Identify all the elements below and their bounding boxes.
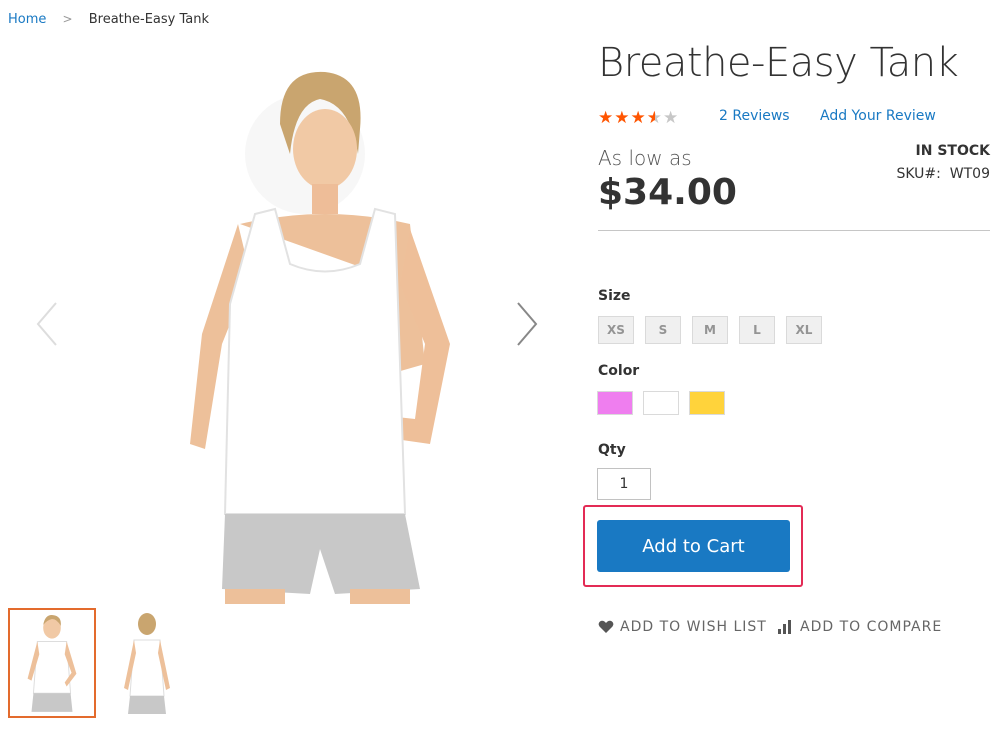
heart-icon — [598, 620, 614, 633]
color-swatch-yellow[interactable] — [689, 391, 725, 415]
thumbnail-front[interactable] — [8, 608, 96, 718]
product-price: $34.00 — [598, 172, 737, 213]
prev-image-arrow-icon[interactable] — [32, 299, 62, 349]
star-filled-icon: ★ — [614, 108, 631, 128]
sku-label: SKU#: — [896, 166, 941, 182]
size-swatch-xl[interactable]: XL — [786, 316, 822, 344]
next-image-arrow-icon[interactable] — [512, 299, 542, 349]
add-review-link[interactable]: Add Your Review — [820, 108, 936, 124]
size-swatch-l[interactable]: L — [739, 316, 775, 344]
breadcrumb-separator: > — [62, 12, 73, 26]
main-product-image[interactable] — [130, 44, 450, 604]
breadcrumb-home-link[interactable]: Home — [8, 12, 46, 27]
star-empty-icon: ★ — [663, 108, 680, 128]
size-swatch-m[interactable]: M — [692, 316, 728, 344]
breadcrumb: Home > Breathe-Easy Tank — [8, 12, 209, 27]
price-prefix: As low as — [598, 146, 692, 170]
size-swatch-s[interactable]: S — [645, 316, 681, 344]
color-swatch-white[interactable] — [643, 391, 679, 415]
sku-value: WT09 — [949, 166, 990, 182]
reviews-link[interactable]: 2 Reviews — [719, 108, 790, 124]
size-label: Size — [598, 288, 631, 304]
star-half-icon: ★ — [646, 108, 663, 128]
product-title: Breathe-Easy Tank — [598, 40, 959, 86]
divider — [598, 230, 990, 231]
qty-input[interactable]: 1 — [597, 468, 651, 500]
product-gallery — [0, 44, 580, 609]
color-swatch-purple[interactable] — [597, 391, 633, 415]
stock-status: IN STOCK — [915, 143, 990, 159]
compare-label: ADD TO COMPARE — [800, 619, 943, 635]
breadcrumb-current: Breathe-Easy Tank — [88, 12, 210, 27]
wishlist-label: ADD TO WISH LIST — [620, 619, 767, 635]
size-swatch-xs[interactable]: XS — [598, 316, 634, 344]
color-label: Color — [598, 363, 640, 379]
star-filled-icon: ★ — [630, 108, 647, 128]
sku: SKU#: WT09 — [896, 166, 990, 182]
qty-label: Qty — [598, 442, 626, 458]
add-to-wishlist-link[interactable]: ADD TO WISH LIST — [598, 619, 767, 635]
star-filled-icon: ★ — [598, 108, 615, 128]
add-to-cart-button[interactable]: Add to Cart — [597, 520, 790, 572]
compare-chart-icon — [778, 620, 791, 634]
thumbnail-back[interactable] — [104, 608, 190, 716]
add-to-compare-link[interactable]: ADD TO COMPARE — [778, 619, 942, 635]
rating-stars: ★★★★★ — [598, 108, 679, 128]
